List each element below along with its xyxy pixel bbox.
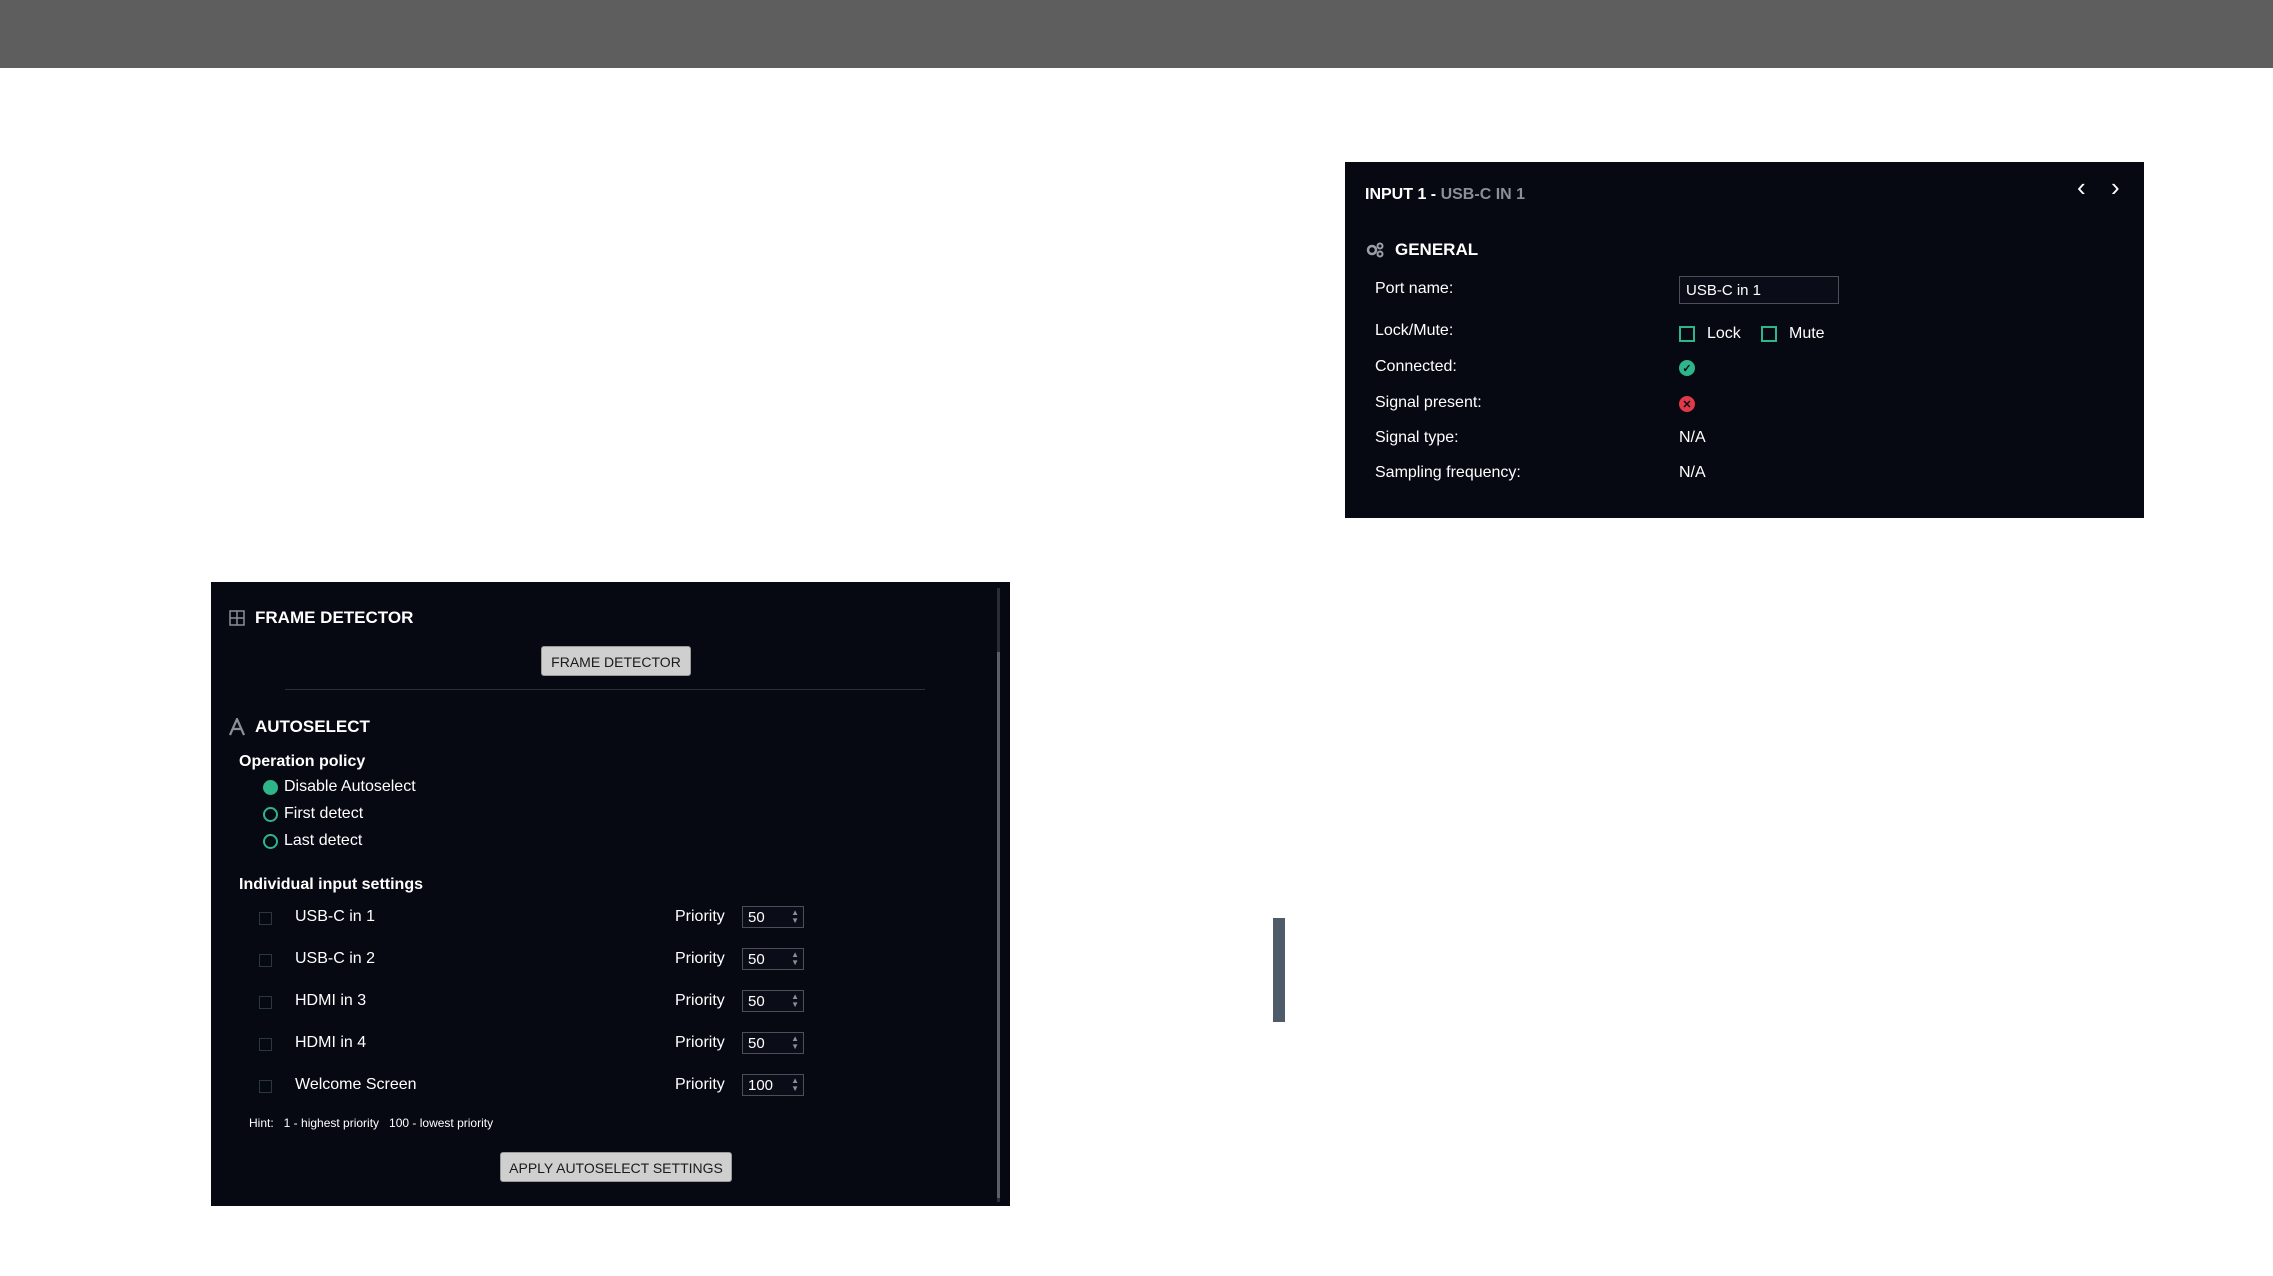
stepper-arrows-icon[interactable]: ▲ ▼ [791, 1035, 799, 1051]
grid-icon [229, 610, 245, 626]
autoselect-panel: FRAME DETECTOR FRAME DETECTOR AUTOSELECT… [211, 582, 1010, 1206]
general-section-title: GENERAL [1395, 240, 1479, 259]
priority-value: 50 [748, 951, 765, 968]
radio-button[interactable] [263, 779, 278, 795]
lock-label: Lock [1707, 325, 1741, 342]
lock-checkbox[interactable]: Lock [1679, 325, 1741, 343]
stepper-arrows-icon[interactable]: ▲ ▼ [791, 951, 799, 967]
priority-label: Priority [675, 1076, 725, 1093]
policy-option-disable[interactable]: Disable Autoselect [263, 778, 416, 796]
individual-input-settings-label: Individual input settings [239, 876, 423, 893]
priority-stepper[interactable]: 50 ▲ ▼ [742, 906, 804, 928]
gears-icon [1366, 242, 1384, 258]
input-panel-title: INPUT 1 - USB-C IN 1 [1365, 186, 1525, 204]
priority-hint: Hint: 1 - highest priority 100 - lowest … [249, 1116, 494, 1130]
sampling-frequency-label: Sampling frequency: [1375, 464, 1521, 481]
lock-checkbox-box[interactable] [1679, 326, 1695, 342]
signal-type-value: N/A [1679, 429, 1706, 446]
priority-stepper[interactable]: 50 ▲ ▼ [742, 948, 804, 970]
chevron-left-icon[interactable]: ‹ [2077, 174, 2086, 200]
input-enable-checkbox[interactable] [259, 954, 272, 967]
scrollbar-thumb[interactable] [997, 652, 1000, 1198]
policy-option-label: Disable Autoselect [284, 778, 416, 795]
priority-stepper[interactable]: 100 ▲ ▼ [742, 1074, 804, 1096]
input-setting-row: HDMI in 3 Priority 50 ▲ ▼ [259, 990, 959, 1016]
lock-mute-label: Lock/Mute: [1375, 322, 1454, 339]
input-enable-checkbox[interactable] [259, 1080, 272, 1093]
operation-policy-label: Operation policy [239, 753, 366, 770]
input-title-label: INPUT 1 - [1365, 186, 1437, 203]
apply-autoselect-button[interactable]: APPLY AUTOSELECT SETTINGS [500, 1152, 732, 1182]
check-circle-icon: ✓ [1679, 360, 1695, 376]
radio-button[interactable] [263, 833, 278, 849]
priority-label: Priority [675, 950, 725, 967]
priority-value: 50 [748, 909, 765, 926]
policy-option-last-detect[interactable]: Last detect [263, 832, 362, 850]
input-name: USB-C in 2 [295, 950, 376, 967]
priority-stepper[interactable]: 50 ▲ ▼ [742, 990, 804, 1012]
general-section-header: GENERAL [1365, 240, 1478, 260]
input-setting-row: USB-C in 2 Priority 50 ▲ ▼ [259, 948, 959, 974]
priority-stepper[interactable]: 50 ▲ ▼ [742, 1032, 804, 1054]
autoselect-header: AUTOSELECT [229, 717, 370, 737]
connected-label: Connected: [1375, 358, 1457, 375]
priority-value: 100 [748, 1077, 774, 1094]
priority-label: Priority [675, 992, 725, 1009]
stepper-arrows-icon[interactable]: ▲ ▼ [791, 909, 799, 925]
top-bar [0, 0, 2273, 68]
priority-label: Priority [675, 908, 725, 925]
input-enable-checkbox[interactable] [259, 912, 272, 925]
input-name: Welcome Screen [295, 1076, 417, 1093]
section-divider [285, 689, 925, 690]
policy-option-label: Last detect [284, 832, 363, 849]
policy-option-label: First detect [284, 805, 364, 822]
input-setting-row: HDMI in 4 Priority 50 ▲ ▼ [259, 1032, 959, 1058]
error-circle-icon: ✕ [1679, 396, 1695, 412]
chevron-right-icon[interactable]: › [2111, 174, 2120, 200]
input-setting-row: USB-C in 1 Priority 50 ▲ ▼ [259, 906, 959, 932]
mute-label: Mute [1789, 325, 1825, 342]
input-subtitle: USB-C IN 1 [1440, 186, 1526, 203]
frame-detector-header: FRAME DETECTOR [229, 608, 413, 628]
autoselect-a-icon [229, 718, 245, 736]
input-enable-checkbox[interactable] [259, 996, 272, 1009]
priority-value: 50 [748, 1035, 765, 1052]
vertical-bar [1273, 918, 1285, 1022]
policy-option-first-detect[interactable]: First detect [263, 805, 363, 823]
priority-label: Priority [675, 1034, 725, 1051]
signal-type-label: Signal type: [1375, 429, 1459, 446]
frame-detector-button[interactable]: FRAME DETECTOR [541, 646, 691, 676]
stepper-arrows-icon[interactable]: ▲ ▼ [791, 1077, 799, 1093]
input-enable-checkbox[interactable] [259, 1038, 272, 1051]
port-name-input[interactable] [1679, 276, 1839, 304]
radio-button[interactable] [263, 806, 278, 822]
signal-present-label: Signal present: [1375, 394, 1482, 411]
port-name-label: Port name: [1375, 280, 1454, 297]
mute-checkbox-box[interactable] [1761, 326, 1777, 342]
input-setting-row: Welcome Screen Priority 100 ▲ ▼ [259, 1074, 959, 1100]
stepper-arrows-icon[interactable]: ▲ ▼ [791, 993, 799, 1009]
frame-detector-title: FRAME DETECTOR [255, 608, 414, 627]
sampling-frequency-value: N/A [1679, 464, 1706, 481]
autoselect-title: AUTOSELECT [255, 717, 370, 736]
input-name: USB-C in 1 [295, 908, 376, 925]
input-name: HDMI in 4 [295, 1034, 367, 1051]
mute-checkbox[interactable]: Mute [1761, 325, 1825, 343]
priority-value: 50 [748, 993, 765, 1010]
input-panel: INPUT 1 - USB-C IN 1 ‹ › GENERAL Port na… [1345, 162, 2144, 518]
input-name: HDMI in 3 [295, 992, 367, 1009]
